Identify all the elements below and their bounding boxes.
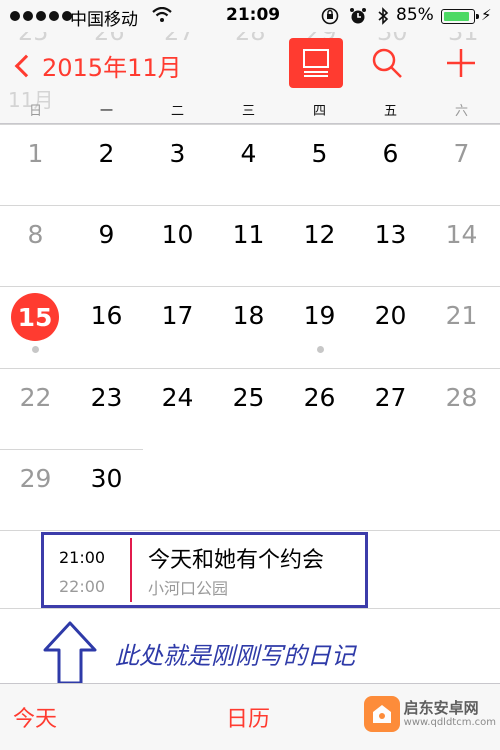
- day-cell[interactable]: 13: [355, 220, 426, 249]
- today-day-cell[interactable]: 15: [11, 293, 59, 341]
- day-cell[interactable]: 10: [142, 220, 213, 249]
- battery-icon: [441, 9, 479, 24]
- day-cell[interactable]: 22: [0, 383, 71, 412]
- weekday-label: 六: [454, 104, 468, 119]
- day-cell[interactable]: 17: [142, 301, 213, 330]
- ghost-day: 31: [448, 32, 479, 46]
- status-time: 21:09: [226, 5, 281, 25]
- watermark-name: 启东安卓网: [403, 699, 479, 718]
- list-view-button[interactable]: [289, 38, 343, 88]
- battery-percent: 85%: [396, 5, 434, 25]
- day-cell[interactable]: 5: [284, 139, 355, 168]
- day-cell[interactable]: 20: [355, 301, 426, 330]
- watermark: 启东安卓网 www.qdldtcm.com: [363, 696, 496, 732]
- weekday-header: 日 一 二 三 四 五 六: [0, 100, 500, 122]
- day-cell[interactable]: 2: [71, 139, 142, 168]
- day-cell[interactable]: 23: [71, 383, 142, 412]
- day-cell[interactable]: 1: [0, 139, 71, 168]
- day-cell[interactable]: 11: [213, 220, 284, 249]
- add-event-button[interactable]: [444, 46, 478, 80]
- plus-icon: [447, 49, 475, 77]
- day-cell[interactable]: 12: [284, 220, 355, 249]
- day-cell[interactable]: 25: [213, 383, 284, 412]
- day-cell[interactable]: 7: [426, 139, 497, 168]
- navigation-bar: 25 26 27 28 29 30 31 11月 2015年11月 日 一 二 …: [0, 32, 500, 124]
- day-cell[interactable]: 27: [355, 383, 426, 412]
- weekday-label: 二: [170, 104, 184, 119]
- orientation-lock-icon: [321, 7, 339, 30]
- divider: [0, 608, 500, 609]
- list-view-icon: [303, 49, 329, 77]
- event-dot: [32, 346, 39, 353]
- back-button-label: 2015年11月: [42, 54, 182, 82]
- event-dot: [317, 346, 324, 353]
- week-row: 8 9 10 11 12 13 14: [0, 205, 500, 286]
- day-cell[interactable]: 18: [213, 301, 284, 330]
- weekday-label: 日: [28, 104, 42, 119]
- day-cell[interactable]: 3: [142, 139, 213, 168]
- status-bar: 中国移动 21:09 85% ⚡: [0, 0, 500, 32]
- ghost-day: 30: [377, 32, 408, 46]
- weekday-label: 三: [241, 104, 255, 119]
- event-start-time: 21:00: [59, 548, 106, 567]
- ghost-day: 28: [235, 32, 266, 46]
- ghost-day: 25: [18, 32, 49, 46]
- week-row: 1 2 3 4 5 6 7: [0, 124, 500, 205]
- divider: [0, 530, 500, 531]
- annotation-text: 此处就是刚刚写的日记: [115, 642, 355, 670]
- event-end-time: 22:00: [59, 577, 106, 596]
- ghost-day: 26: [94, 32, 125, 46]
- day-cell[interactable]: 6: [355, 139, 426, 168]
- ghost-day: 27: [164, 32, 195, 46]
- weekday-label: 四: [312, 104, 326, 119]
- bluetooth-icon: [377, 7, 389, 30]
- event-location: 小河口公园: [148, 579, 229, 598]
- week-row: 22 23 24 25 26 27 28: [0, 368, 500, 449]
- day-cell[interactable]: 9: [71, 220, 142, 249]
- search-button[interactable]: [370, 46, 404, 80]
- up-arrow-icon: [43, 621, 97, 685]
- calendars-tab-button[interactable]: 日历: [226, 701, 270, 733]
- week-row: 29 30: [0, 449, 143, 530]
- day-cell[interactable]: 28: [426, 383, 497, 412]
- wifi-icon: [152, 6, 172, 28]
- search-icon: [372, 48, 402, 78]
- day-cell[interactable]: 16: [71, 301, 142, 330]
- day-cell[interactable]: 14: [426, 220, 497, 249]
- chevron-left-icon: [14, 54, 38, 77]
- charging-bolt-icon: ⚡: [481, 6, 492, 24]
- day-cell[interactable]: 26: [284, 383, 355, 412]
- day-cell[interactable]: 19: [284, 301, 355, 330]
- event-item[interactable]: 21:00 22:00 今天和她有个约会 小河口公园: [41, 532, 368, 608]
- alarm-icon: [349, 7, 367, 30]
- day-cell[interactable]: 8: [0, 220, 71, 249]
- today-tab-button[interactable]: 今天: [13, 701, 57, 733]
- watermark-logo-icon: [363, 696, 400, 732]
- day-cell[interactable]: 29: [0, 464, 71, 493]
- event-color-bar: [130, 538, 132, 602]
- carrier-name: 中国移动: [70, 10, 138, 30]
- back-button[interactable]: 2015年11月: [12, 48, 182, 83]
- day-cell[interactable]: 21: [426, 301, 497, 330]
- day-cell[interactable]: 4: [213, 139, 284, 168]
- day-cell[interactable]: 24: [142, 383, 213, 412]
- watermark-url: www.qdldtcm.com: [403, 716, 496, 728]
- week-row: 15 16 17 18 19 20 21: [0, 286, 500, 367]
- weekday-label: 一: [99, 104, 113, 119]
- weekday-label: 五: [383, 104, 397, 119]
- event-title: 今天和她有个约会: [148, 548, 325, 573]
- signal-strength-icon: [10, 11, 72, 21]
- tab-bar: 今天 日历 启东安卓网 www.qdldtcm.com: [0, 683, 500, 750]
- day-cell[interactable]: 30: [71, 464, 142, 493]
